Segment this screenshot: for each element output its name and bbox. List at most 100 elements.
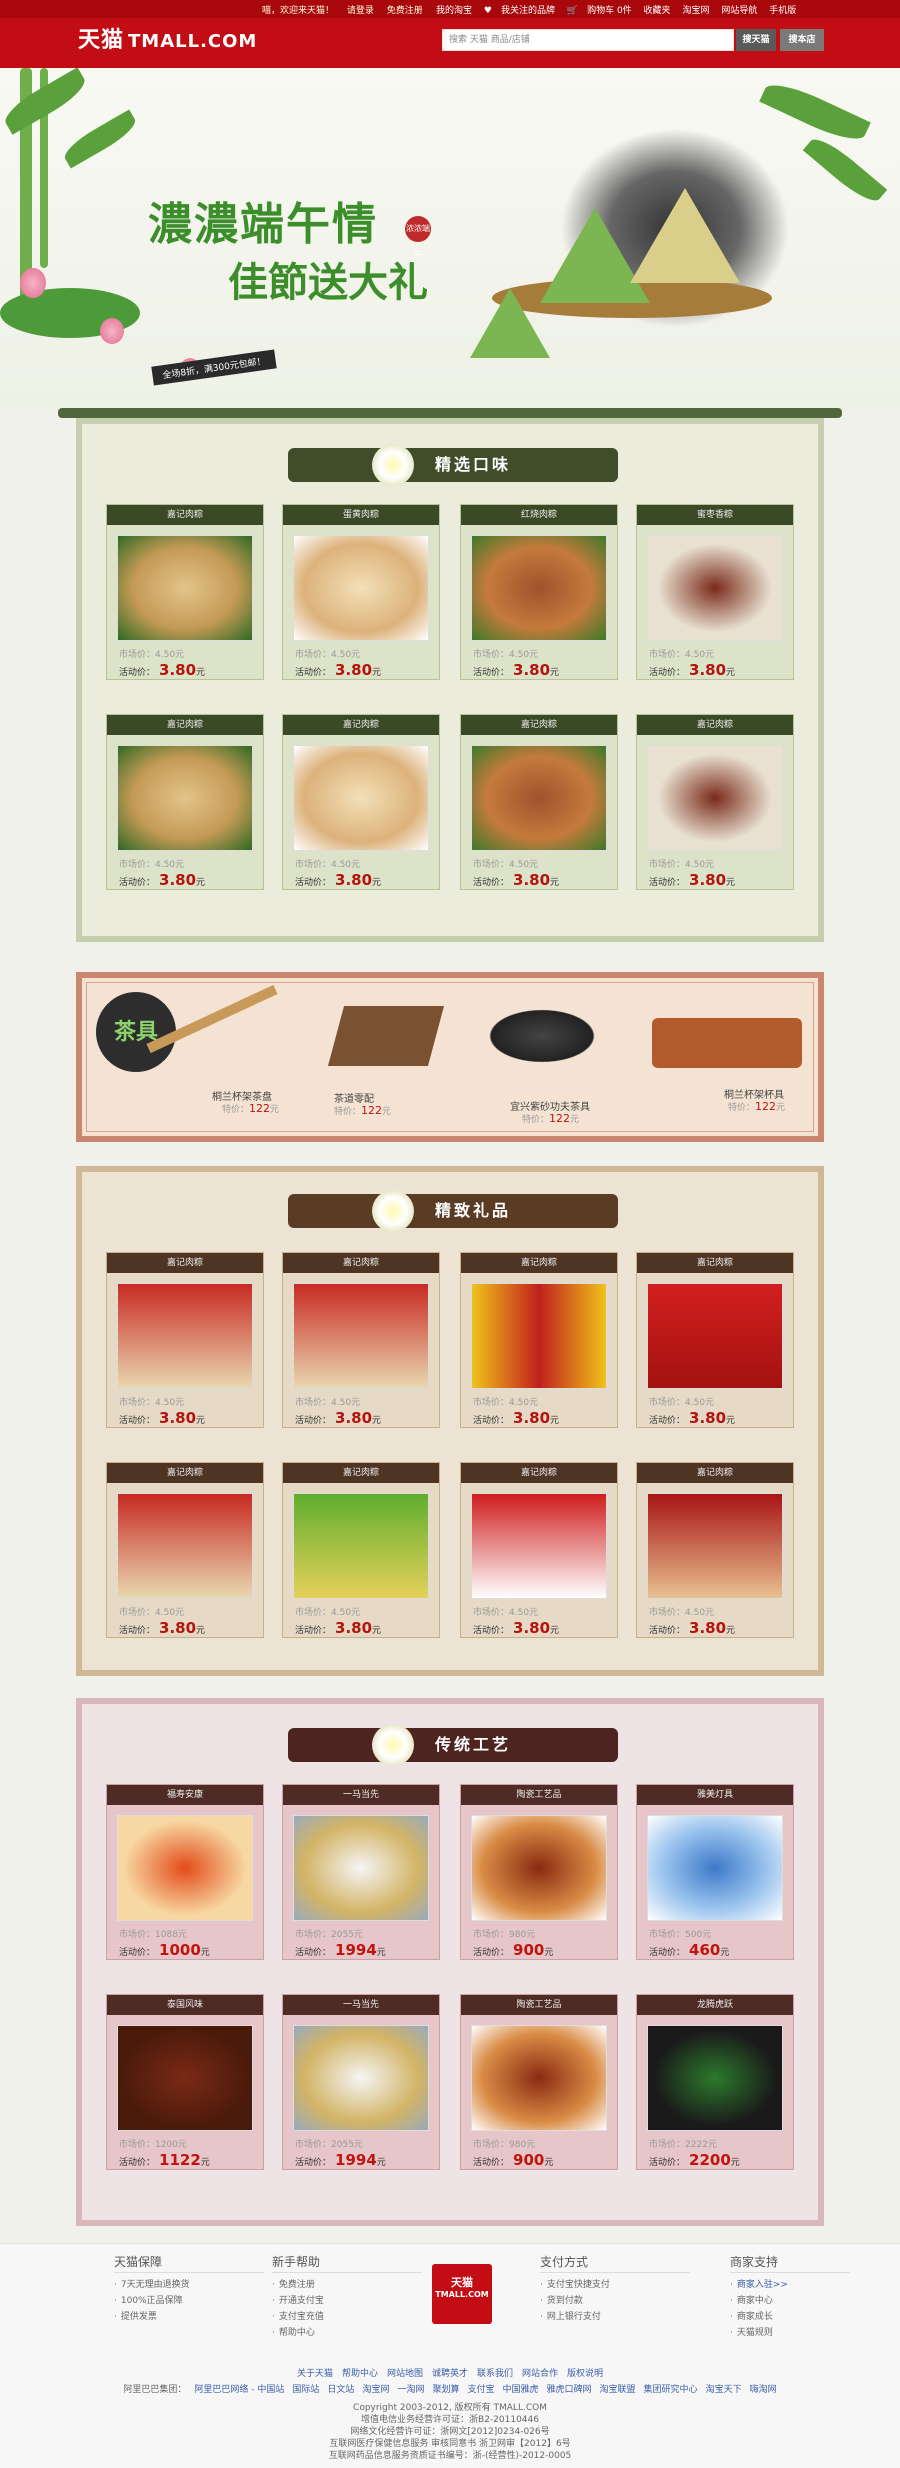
product-image[interactable] <box>647 535 783 641</box>
product-card[interactable]: 陶瓷工艺品 市场价：980元 活动价： 900元 <box>460 1994 618 2170</box>
product-card[interactable]: 嘉记肉粽 市场价：4.50元 活动价： 3.80元 <box>460 1252 618 1428</box>
group-link[interactable]: 日文站 <box>327 2385 354 2395</box>
product-name[interactable]: 蛋黄肉粽 <box>283 505 439 525</box>
footer-link[interactable]: 提供发票 <box>114 2309 264 2325</box>
tmall-logo[interactable]: 天猫 TMALL.COM <box>78 22 257 54</box>
followed-brands-link[interactable]: 我关注的品牌 <box>501 6 555 16</box>
footer-link[interactable]: 支付宝快捷支付 <box>540 2277 690 2293</box>
product-image[interactable] <box>293 1815 429 1921</box>
group-link[interactable]: 一淘网 <box>397 2385 424 2395</box>
product-name[interactable]: 嘉记肉粽 <box>283 715 439 735</box>
product-name[interactable]: 嘉记肉粽 <box>637 715 793 735</box>
footer-link[interactable]: 商家中心 <box>730 2293 850 2309</box>
product-card[interactable]: 福寿安康 市场价：1088元 活动价： 1000元 <box>106 1784 264 1960</box>
cart-link[interactable]: 购物车 0件 <box>587 6 632 16</box>
tea-item-name[interactable]: 桐兰杯架杯具 <box>724 1086 784 1101</box>
group-link[interactable]: 阿里巴巴网络 - 中国站 <box>194 2385 284 2395</box>
footer-link[interactable]: 100%正品保障 <box>114 2293 264 2309</box>
product-name[interactable]: 嘉记肉粽 <box>461 1253 617 1273</box>
search-input[interactable]: 搜索 天猫 商品/店铺 <box>442 29 734 51</box>
product-name[interactable]: 嘉记肉粽 <box>107 715 263 735</box>
product-name[interactable]: 嘉记肉粽 <box>107 505 263 525</box>
product-image[interactable] <box>117 1815 253 1921</box>
product-image[interactable] <box>647 745 783 851</box>
footer-link[interactable]: 开通支付宝 <box>272 2293 422 2309</box>
product-image[interactable] <box>293 1283 429 1389</box>
product-image[interactable] <box>471 1493 607 1599</box>
product-name[interactable]: 嘉记肉粽 <box>283 1463 439 1483</box>
tea-item-name[interactable]: 桐兰杯架茶盘 <box>212 1088 272 1103</box>
product-image[interactable] <box>471 745 607 851</box>
product-name[interactable]: 嘉记肉粽 <box>283 1253 439 1273</box>
tea-item-name[interactable]: 茶道零配 <box>334 1090 374 1105</box>
register-link[interactable]: 免费注册 <box>387 6 423 16</box>
product-name[interactable]: 嘉记肉粽 <box>107 1463 263 1483</box>
group-link[interactable]: 中国雅虎 <box>503 2385 539 2395</box>
footer-link[interactable]: 免费注册 <box>272 2277 422 2293</box>
product-card[interactable]: 红烧肉粽 市场价：4.50元 活动价： 3.80元 <box>460 504 618 680</box>
product-image[interactable] <box>293 1493 429 1599</box>
product-name[interactable]: 龙腾虎跃 <box>637 1995 793 2015</box>
product-card[interactable]: 嘉记肉粽 市场价：4.50元 活动价： 3.80元 <box>636 714 794 890</box>
footer-link[interactable]: 网上银行支付 <box>540 2309 690 2325</box>
group-link[interactable]: 集团研究中心 <box>644 2385 698 2395</box>
product-name[interactable]: 红烧肉粽 <box>461 505 617 525</box>
product-image[interactable] <box>471 1283 607 1389</box>
group-link[interactable]: 支付宝 <box>467 2385 494 2395</box>
favorites-link[interactable]: 收藏夹 <box>644 6 671 16</box>
product-image[interactable] <box>293 535 429 641</box>
product-card[interactable]: 嘉记肉粽 市场价：4.50元 活动价： 3.80元 <box>106 1462 264 1638</box>
product-image[interactable] <box>647 1815 783 1921</box>
product-card[interactable]: 嘉记肉粽 市场价：4.50元 活动价： 3.80元 <box>106 1252 264 1428</box>
product-image[interactable] <box>647 1493 783 1599</box>
product-card[interactable]: 嘉记肉粽 市场价：4.50元 活动价： 3.80元 <box>460 1462 618 1638</box>
product-card[interactable]: 嘉记肉粽 市场价：4.50元 活动价： 3.80元 <box>282 1462 440 1638</box>
product-image[interactable] <box>117 535 253 641</box>
product-card[interactable]: 蛋黄肉粽 市场价：4.50元 活动价： 3.80元 <box>282 504 440 680</box>
product-name[interactable]: 嘉记肉粽 <box>637 1463 793 1483</box>
my-taobao-link[interactable]: 我的淘宝 <box>436 6 472 16</box>
product-card[interactable]: 嘉记肉粽 市场价：4.50元 活动价： 3.80元 <box>460 714 618 890</box>
search-shop-button[interactable]: 搜本店 <box>780 29 824 51</box>
footer-link[interactable]: 天猫规则 <box>730 2325 850 2341</box>
footer-link[interactable]: 商家成长 <box>730 2309 850 2325</box>
product-card[interactable]: 雅美灯具 市场价：500元 活动价： 460元 <box>636 1784 794 1960</box>
group-link[interactable]: 国际站 <box>292 2385 319 2395</box>
product-image[interactable] <box>647 1283 783 1389</box>
footer-link[interactable]: 7天无理由退换货 <box>114 2277 264 2293</box>
group-link[interactable]: 淘宝网 <box>362 2385 389 2395</box>
footer-link[interactable]: 支付宝充值 <box>272 2309 422 2325</box>
search-tmall-button[interactable]: 搜天猫 <box>736 29 776 51</box>
product-image[interactable] <box>471 2025 607 2131</box>
product-name[interactable]: 陶瓷工艺品 <box>461 1995 617 2015</box>
group-link[interactable]: 嗨淘网 <box>750 2385 777 2395</box>
product-image[interactable] <box>117 2025 253 2131</box>
taobao-link[interactable]: 淘宝网 <box>682 6 709 16</box>
product-image[interactable] <box>117 745 253 851</box>
product-image[interactable] <box>293 2025 429 2131</box>
product-name[interactable]: 一马当先 <box>283 1995 439 2015</box>
footer-link[interactable]: 货到付款 <box>540 2293 690 2309</box>
login-link[interactable]: 请登录 <box>347 6 374 16</box>
product-image[interactable] <box>117 1283 253 1389</box>
product-image[interactable] <box>471 535 607 641</box>
group-link[interactable]: 聚划算 <box>432 2385 459 2395</box>
product-name[interactable]: 雅美灯具 <box>637 1785 793 1805</box>
product-name[interactable]: 嘉记肉粽 <box>461 1463 617 1483</box>
product-name[interactable]: 泰国风味 <box>107 1995 263 2015</box>
product-name[interactable]: 一马当先 <box>283 1785 439 1805</box>
product-card[interactable]: 陶瓷工艺品 市场价：980元 活动价： 900元 <box>460 1784 618 1960</box>
product-card[interactable]: 龙腾虎跃 市场价：2222元 活动价： 2200元 <box>636 1994 794 2170</box>
about-links-text[interactable]: 关于天猫 帮助中心 网站地图 诚聘英才 联系我们 网站合作 版权说明 <box>297 2369 603 2379</box>
group-link[interactable]: 淘宝联盟 <box>600 2385 636 2395</box>
product-name[interactable]: 嘉记肉粽 <box>107 1253 263 1273</box>
product-card[interactable]: 嘉记肉粽 市场价：4.50元 活动价： 3.80元 <box>282 714 440 890</box>
product-image[interactable] <box>293 745 429 851</box>
footer-link[interactable]: 商家入驻>> <box>730 2277 850 2293</box>
product-card[interactable]: 嘉记肉粽 市场价：4.50元 活动价： 3.80元 <box>636 1462 794 1638</box>
footer-link[interactable]: 帮助中心 <box>272 2325 422 2341</box>
group-link[interactable]: 淘宝天下 <box>706 2385 742 2395</box>
product-card[interactable]: 一马当先 市场价：2055元 活动价： 1994元 <box>282 1784 440 1960</box>
group-link[interactable]: 雅虎口碑网 <box>547 2385 592 2395</box>
product-image[interactable] <box>471 1815 607 1921</box>
